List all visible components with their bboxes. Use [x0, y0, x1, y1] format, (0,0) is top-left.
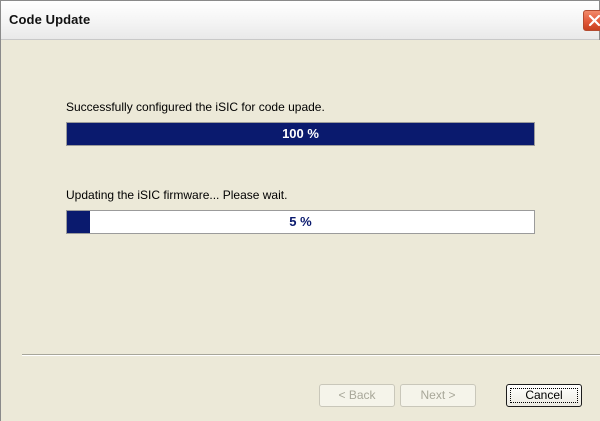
close-button[interactable]	[583, 10, 600, 31]
cancel-button[interactable]: Cancel	[506, 384, 582, 407]
firmware-progress-bar: 5 %	[66, 210, 535, 234]
back-button[interactable]: < Back	[319, 384, 395, 407]
firmware-progress-label: 5 %	[289, 214, 312, 229]
button-separator	[22, 354, 600, 356]
close-icon	[588, 14, 600, 27]
firmware-status-message: Updating the iSIC firmware... Please wai…	[66, 188, 288, 202]
next-button[interactable]: Next >	[400, 384, 476, 407]
dialog-body: Successfully configured the iSIC for cod…	[2, 40, 600, 421]
config-progress-label: 100 %	[282, 126, 319, 141]
config-status-message: Successfully configured the iSIC for cod…	[66, 100, 325, 114]
window-title: Code Update	[9, 12, 91, 27]
config-progress-bar: 100 %	[66, 122, 535, 146]
code-update-dialog: Code Update Successfully configured the …	[0, 0, 600, 421]
title-bar: Code Update	[1, 1, 600, 40]
cancel-button-label: Cancel	[525, 388, 563, 402]
